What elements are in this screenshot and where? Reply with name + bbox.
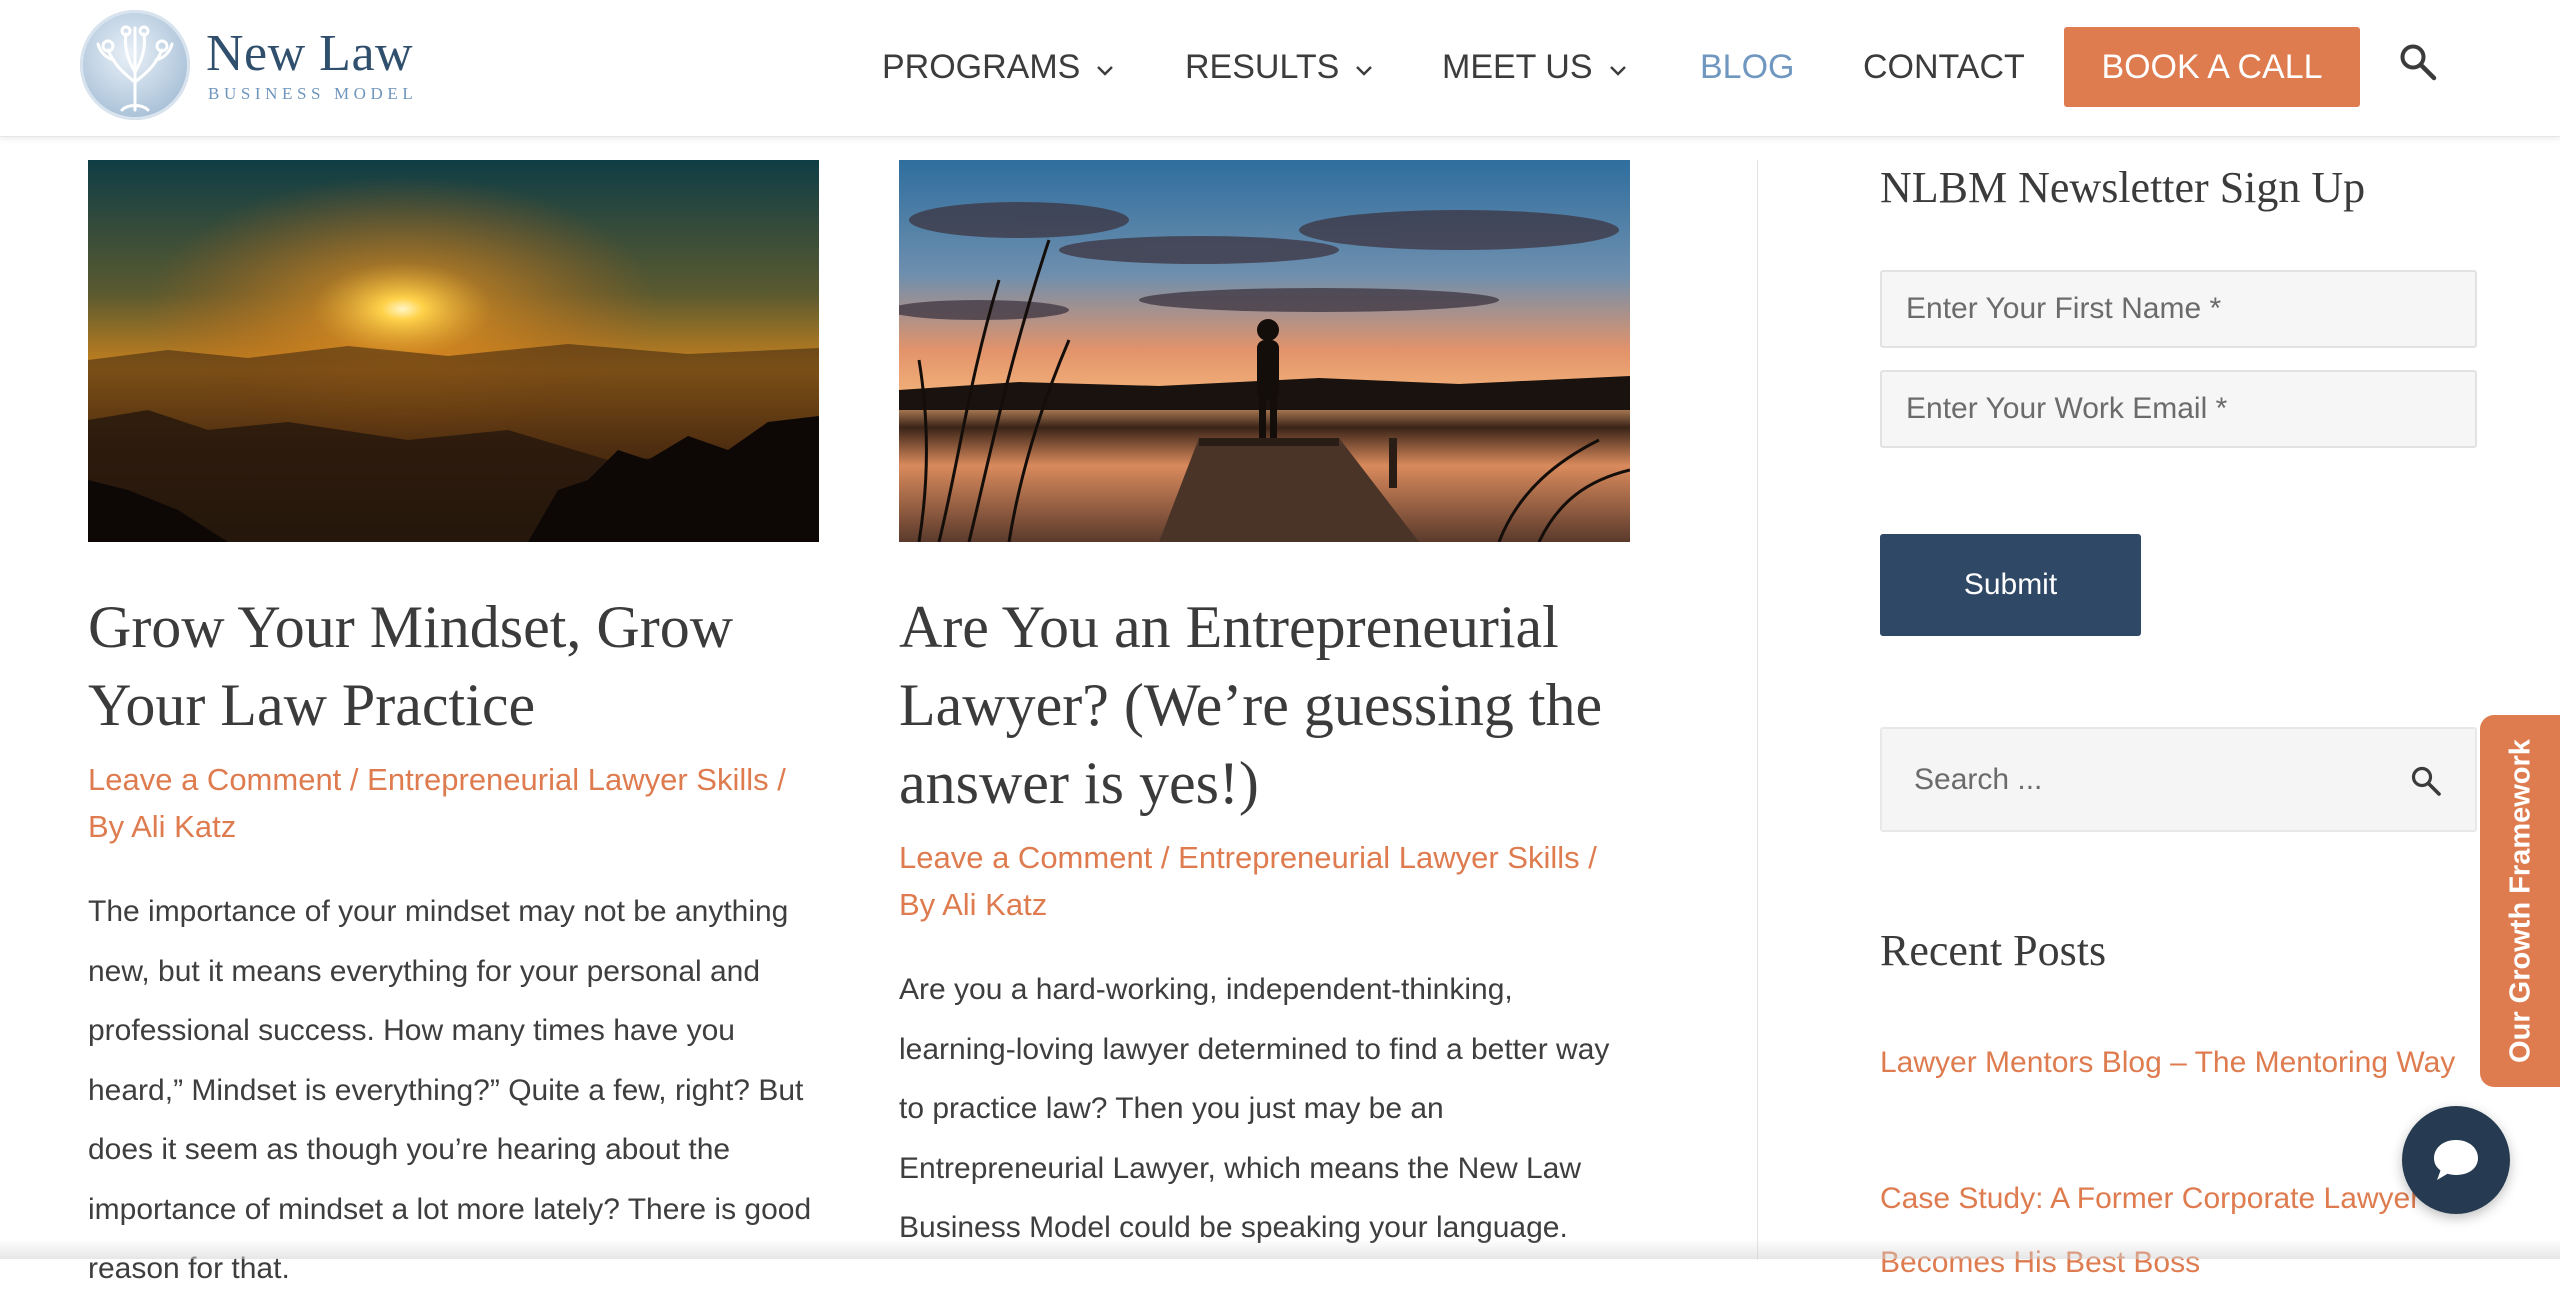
first-name-field[interactable] (1880, 270, 2477, 348)
sidebar-search (1880, 727, 2477, 832)
logo-tagline: BUSINESS MODEL (208, 84, 418, 103)
category-link[interactable]: Entrepreneurial Lawyer Skills (367, 762, 768, 797)
meta-by: By (899, 887, 943, 922)
post-image-sunset-mountains[interactable] (88, 160, 819, 542)
recent-post-link[interactable]: Lawyer Mentors Blog – The Mentoring Way (1880, 1031, 2480, 1095)
nav-blog-label: BLOG (1700, 48, 1795, 86)
post-image-man-on-dock[interactable] (899, 160, 1630, 542)
post-meta: Leave a Comment / Entrepreneurial Lawyer… (88, 756, 819, 850)
recent-posts-title: Recent Posts (1880, 926, 2107, 975)
nav-contact-label: CONTACT (1863, 48, 2025, 86)
post-excerpt: Are you a hard-working, independent-thin… (899, 973, 1610, 1244)
post-card: Grow Your Mindset, Grow Your Law Practic… (88, 160, 819, 1285)
author-link[interactable]: Ali Katz (131, 809, 236, 844)
book-a-call-button[interactable]: BOOK A CALL (2064, 27, 2360, 107)
chat-bubble-icon[interactable] (2402, 1106, 2510, 1214)
post-card: Are You an Entrepreneurial Lawyer? (We’r… (899, 160, 1630, 1244)
chevron-down-icon (1355, 42, 1373, 88)
post-meta: Leave a Comment / Entrepreneurial Lawyer… (899, 834, 1630, 928)
post-title[interactable]: Are You an Entrepreneurial Lawyer? (We’r… (899, 588, 1630, 822)
leave-comment-link[interactable]: Leave a Comment (88, 762, 341, 797)
submit-button[interactable]: Submit (1880, 534, 2141, 636)
sidebar-divider (1757, 160, 1758, 1260)
leave-comment-link[interactable]: Leave a Comment (899, 840, 1152, 875)
work-email-field[interactable] (1880, 370, 2477, 448)
meta-separator: / (1579, 840, 1597, 875)
nav-meet-us[interactable]: MEET US (1442, 44, 1627, 90)
search-input[interactable] (1912, 729, 2376, 831)
author-link[interactable]: Ali Katz (942, 887, 1047, 922)
nav-meet-us-label: MEET US (1442, 48, 1593, 86)
site-header: New Law BUSINESS MODEL PROGRAMS RESULTS … (0, 0, 2560, 137)
nav-results-label: RESULTS (1185, 48, 1340, 86)
recent-post-link[interactable]: Case Study: A Former Corporate Lawyer Be… (1880, 1167, 2480, 1295)
meta-separator: / (768, 762, 786, 797)
meta-by: By (88, 809, 132, 844)
tree-logo-icon (80, 10, 190, 120)
nav-blog[interactable]: BLOG (1700, 44, 1794, 90)
category-link[interactable]: Entrepreneurial Lawyer Skills (1178, 840, 1579, 875)
post-title[interactable]: Grow Your Mindset, Grow Your Law Practic… (88, 588, 819, 744)
meta-separator: / (341, 762, 368, 797)
nav-programs-label: PROGRAMS (882, 48, 1081, 86)
meta-separator: / (1152, 840, 1179, 875)
post-excerpt: The importance of your mindset may not b… (88, 895, 812, 1285)
growth-framework-tab[interactable]: Our Growth Framework (2480, 715, 2560, 1087)
chevron-down-icon (1609, 42, 1627, 88)
viewport-edge-shadow (0, 1239, 2560, 1259)
chevron-down-icon (1096, 42, 1114, 88)
newsletter-title: NLBM Newsletter Sign Up (1880, 163, 2366, 212)
growth-framework-label: Our Growth Framework (2504, 739, 2537, 1063)
search-icon[interactable] (2410, 765, 2442, 802)
search-icon[interactable] (2398, 42, 2442, 86)
nav-programs[interactable]: PROGRAMS (882, 44, 1114, 90)
logo-name: New Law (206, 25, 414, 82)
logo[interactable]: New Law BUSINESS MODEL (80, 10, 420, 124)
nav-results[interactable]: RESULTS (1185, 44, 1373, 90)
nav-contact[interactable]: CONTACT (1863, 44, 2025, 90)
